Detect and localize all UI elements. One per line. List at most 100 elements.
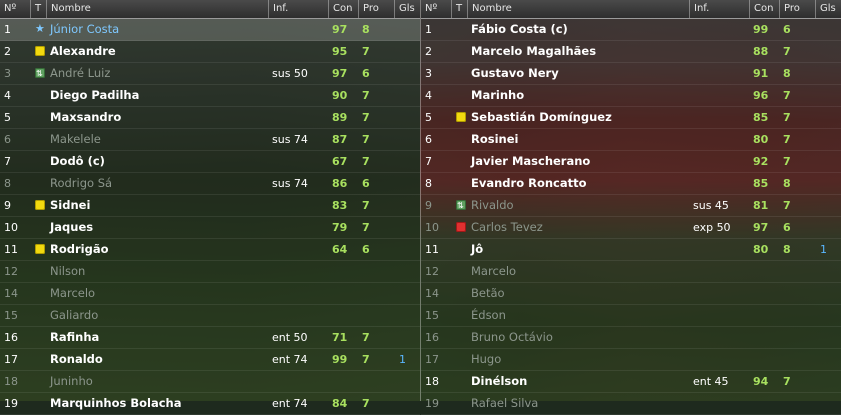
red-card-icon (456, 222, 466, 232)
home-team-table: Nº T Nombre Inf. Con Pro Gls 1 Júnior Cos… (0, 0, 421, 415)
player-number: 12 (425, 265, 439, 278)
table-row[interactable]: 19 Marquinhos Bolacha ent 74 84 7 (0, 393, 420, 415)
table-row[interactable]: 6 Rosinei 80 7 (421, 129, 841, 151)
player-name: Marcelo (471, 264, 517, 278)
player-rating: 7 (783, 375, 791, 388)
table-row[interactable]: 5 Sebastián Domínguez 85 7 (421, 107, 841, 129)
column-header-name[interactable]: Nombre (46, 0, 268, 18)
table-row[interactable]: 1 Júnior Costa 97 8 (0, 18, 420, 41)
player-condition: 97 (332, 23, 348, 36)
column-header-t[interactable]: T (30, 0, 46, 18)
player-list: 1 Fábio Costa (c) 99 6 2 Marcelo Magalhães 88 7… (421, 19, 841, 415)
column-header-inf[interactable]: Inf. (268, 0, 328, 18)
table-row[interactable]: 9 Sidnei 83 7 (0, 195, 420, 217)
player-condition: 85 (753, 177, 769, 190)
table-row[interactable]: 7 Dodô (c) 67 7 (0, 151, 420, 173)
player-info: ent 50 (272, 331, 308, 344)
player-rating: 7 (362, 111, 370, 124)
player-number: 2 (4, 45, 11, 58)
player-number: 15 (4, 309, 18, 322)
player-number: 19 (425, 397, 439, 410)
column-header-t[interactable]: T (451, 0, 467, 18)
column-header-pro[interactable]: Pro (358, 0, 394, 18)
column-header-pro[interactable]: Pro (779, 0, 815, 18)
player-info: ent 74 (272, 353, 308, 366)
column-header-number[interactable]: Nº (0, 0, 30, 18)
table-row[interactable]: 6 Makelele sus 74 87 7 (0, 129, 420, 151)
table-row[interactable]: 10 Carlos Tevez exp 50 97 6 (421, 217, 841, 239)
player-name: Makelele (50, 132, 101, 146)
table-row[interactable]: 2 Alexandre 95 7 (0, 41, 420, 63)
player-number: 6 (4, 133, 11, 146)
player-list: 1Júnior Costa9782Alexandre9573André Luiz… (0, 18, 420, 415)
player-number: 1 (4, 23, 11, 36)
table-row[interactable]: 19 Rafael Silva (421, 393, 841, 415)
column-header-name[interactable]: Nombre (467, 0, 689, 18)
player-info: sus 50 (272, 67, 308, 80)
player-rating: 7 (783, 89, 791, 102)
player-rating: 7 (362, 89, 370, 102)
column-header-con[interactable]: Con (749, 0, 779, 18)
player-name: Diego Padilha (50, 88, 140, 102)
player-condition: 87 (332, 133, 348, 146)
player-rating: 7 (783, 199, 791, 212)
yellow-card-icon (35, 244, 45, 254)
table-header: Nº T Nombre Inf. Con Pro Gls (421, 0, 841, 19)
player-condition: 96 (753, 89, 769, 102)
table-row[interactable]: 17 Hugo (421, 349, 841, 371)
column-header-gls[interactable]: Gls (815, 0, 841, 18)
table-row[interactable]: 10 Jaques 79 7 (0, 217, 420, 239)
table-row[interactable]: 18 Dinélson ent 45 94 7 (421, 371, 841, 393)
player-number: 2 (425, 45, 432, 58)
table-row[interactable]: 2 Marcelo Magalhães 88 7 (421, 41, 841, 63)
player-rating: 8 (783, 243, 791, 256)
table-row[interactable]: 8 Evandro Roncatto 85 8 (421, 173, 841, 195)
table-row[interactable]: 12 Marcelo (421, 261, 841, 283)
player-name: Juninho (50, 374, 93, 388)
player-condition: 85 (753, 111, 769, 124)
table-row[interactable]: 11 Jô 80 8 1 (421, 239, 841, 261)
player-goals: 1 (399, 353, 406, 366)
player-info: sus 74 (272, 177, 308, 190)
player-rating: 7 (362, 155, 370, 168)
table-row[interactable]: 1 Fábio Costa (c) 99 6 (421, 19, 841, 41)
player-condition: 86 (332, 177, 348, 190)
player-number: 18 (4, 375, 18, 388)
player-name: Ronaldo (50, 352, 103, 366)
table-row[interactable]: 12 Nilson (0, 261, 420, 283)
player-name: André Luiz (50, 66, 111, 80)
table-row[interactable]: 15 Galiardo (0, 305, 420, 327)
table-row[interactable]: 14 Marcelo (0, 283, 420, 305)
column-header-inf[interactable]: Inf. (689, 0, 749, 18)
table-row[interactable]: 16 Rafinha ent 50 71 7 (0, 327, 420, 349)
player-name: Maxsandro (50, 110, 122, 124)
table-row[interactable]: 15 Édson (421, 305, 841, 327)
player-number: 11 (4, 243, 18, 256)
player-rating: 6 (362, 243, 370, 256)
table-header: Nº T Nombre Inf. Con Pro Gls (0, 0, 420, 19)
table-row[interactable]: 11 Rodrigão 64 6 (0, 239, 420, 261)
table-row[interactable]: 17 Ronaldo ent 74 99 7 1 (0, 349, 420, 371)
table-row[interactable]: 16 Bruno Octávio (421, 327, 841, 349)
table-row[interactable]: 4 Marinho 96 7 (421, 85, 841, 107)
table-row[interactable]: 14 Betão (421, 283, 841, 305)
table-row[interactable]: 8 Rodrigo Sá sus 74 86 6 (0, 173, 420, 195)
player-number: 1 (425, 23, 432, 36)
table-row[interactable]: 3 André Luiz sus 50 97 6 (0, 63, 420, 85)
table-row[interactable]: 3 Gustavo Nery 91 8 (421, 63, 841, 85)
player-name: Marquinhos Bolacha (50, 396, 182, 410)
player-rating: 7 (362, 133, 370, 146)
table-row[interactable]: 7 Javier Mascherano 92 7 (421, 151, 841, 173)
table-row[interactable]: 5 Maxsandro 89 7 (0, 107, 420, 129)
table-row[interactable]: 4 Diego Padilha 90 7 (0, 85, 420, 107)
player-condition: 91 (753, 67, 769, 80)
player-name: Dinélson (471, 374, 528, 388)
player-rating: 7 (362, 199, 370, 212)
table-row[interactable]: 9 Rivaldo sus 45 81 7 (421, 195, 841, 217)
table-row[interactable]: 18 Juninho (0, 371, 420, 393)
column-header-gls[interactable]: Gls (394, 0, 420, 18)
column-header-con[interactable]: Con (328, 0, 358, 18)
column-header-number[interactable]: Nº (421, 0, 451, 18)
player-rating: 7 (783, 111, 791, 124)
player-info: ent 74 (272, 397, 308, 410)
